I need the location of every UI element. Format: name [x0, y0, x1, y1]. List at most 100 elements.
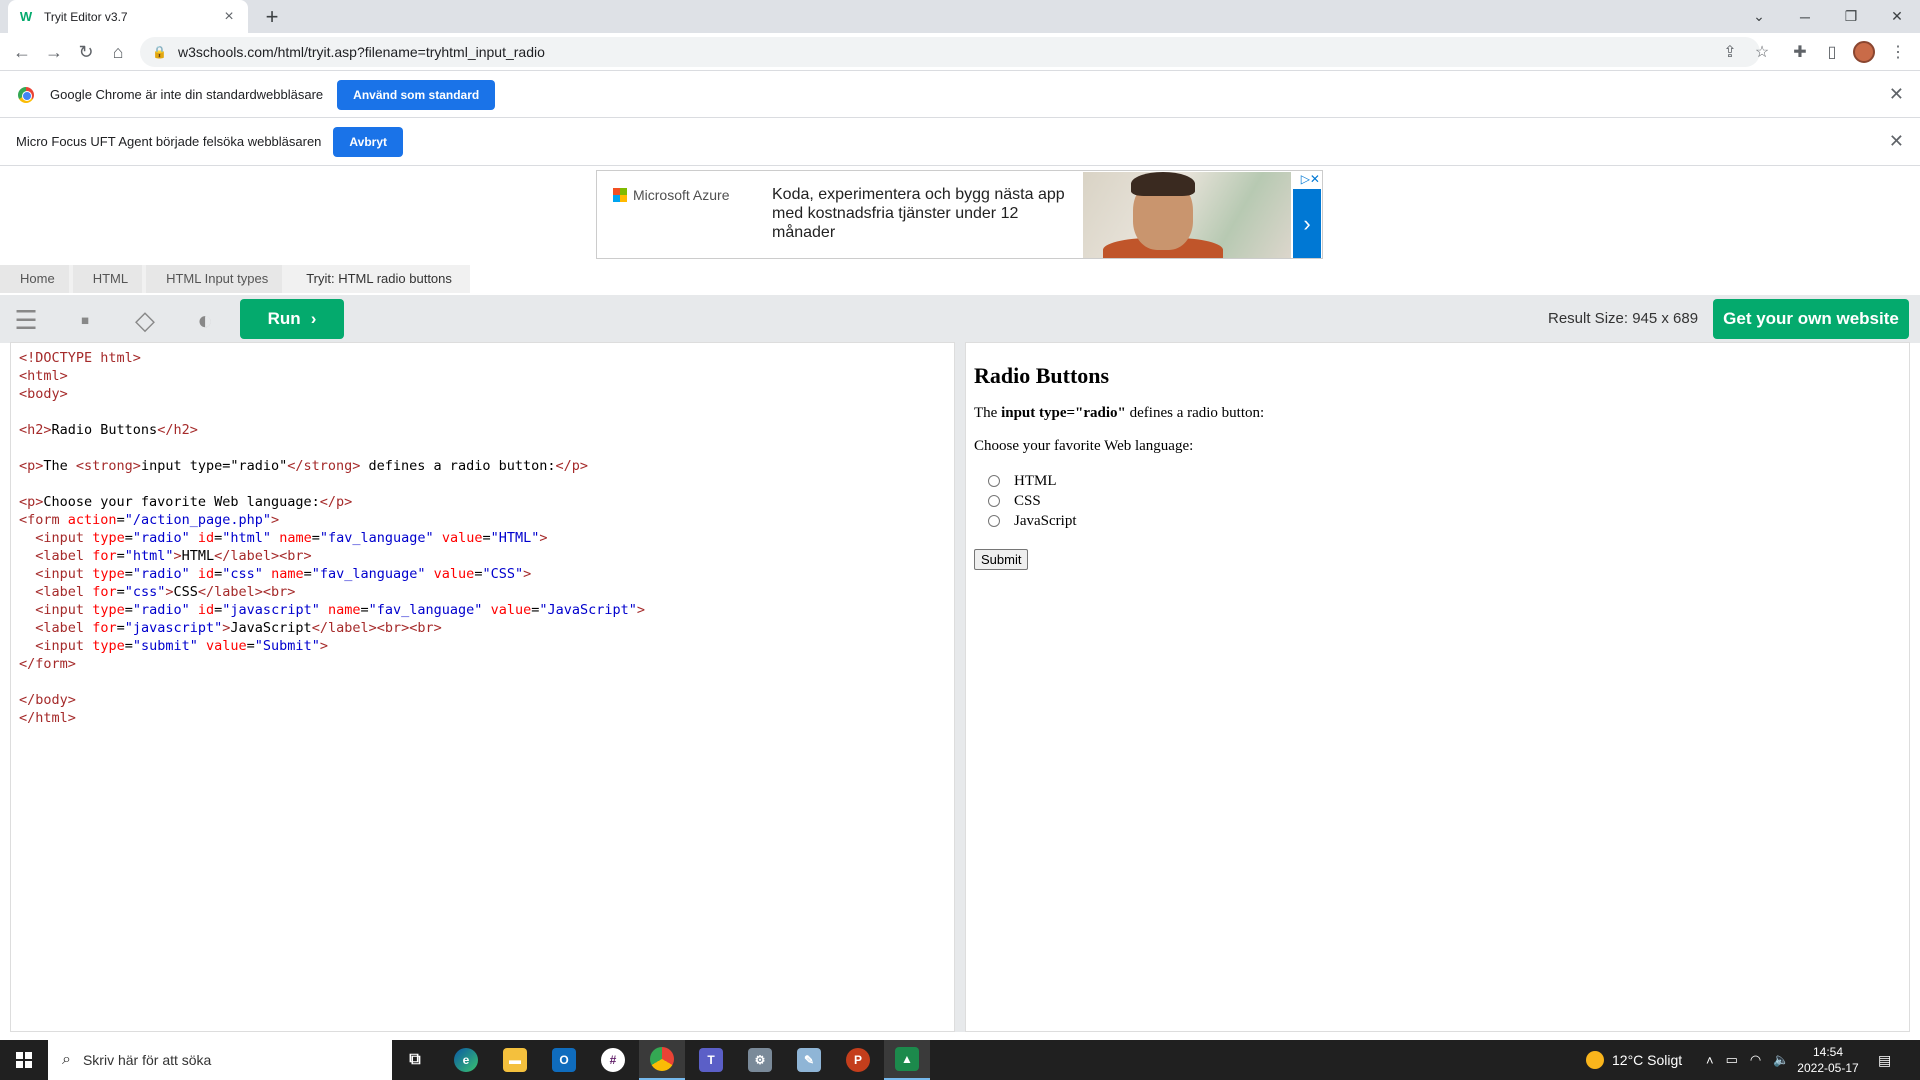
weather-widget[interactable]: 12°C Soligt — [1586, 1040, 1682, 1080]
chevron-up-icon[interactable]: ˄ — [1706, 1053, 1714, 1068]
file-explorer-app[interactable]: ▬ — [492, 1040, 538, 1080]
debugger-infobar: Micro Focus UFT Agent började felsöka we… — [0, 118, 1920, 166]
close-icon[interactable]: ✕ — [1889, 131, 1904, 152]
breadcrumb-html[interactable]: HTML — [72, 265, 143, 293]
page-content: Microsoft Azure Koda, experimentera och … — [0, 166, 1920, 1038]
wifi-icon[interactable]: ◠ — [1750, 1052, 1761, 1068]
radio-javascript[interactable] — [988, 515, 1000, 527]
search-placeholder: Skriv här för att söka — [82, 1052, 212, 1068]
intro-text: The — [974, 405, 1002, 421]
breadcrumb: Home HTML HTML Input types Tryit: HTML r… — [0, 265, 470, 293]
breadcrumb-current: Tryit: HTML radio buttons — [286, 265, 466, 293]
tab-close-icon[interactable]: × — [220, 8, 238, 26]
radio-option-css[interactable]: CSS — [974, 491, 1901, 511]
result-pane: Radio Buttons The input type="radio" def… — [965, 342, 1910, 1032]
infobar-message: Google Chrome är inte din standardwebblä… — [50, 87, 324, 102]
volume-icon[interactable]: 🔈 — [1773, 1052, 1789, 1068]
get-own-website-button[interactable]: Get your own website — [1713, 299, 1909, 339]
close-icon[interactable]: ✕ — [1889, 84, 1904, 105]
w3schools-favicon-icon: W — [19, 9, 33, 24]
radio-css[interactable] — [988, 495, 1000, 507]
intro-text-end: defines a radio button: — [1125, 405, 1265, 421]
run-label: Run — [267, 309, 301, 328]
intro-strong: input type="radio" — [1001, 405, 1126, 421]
address-bar[interactable]: 🔒 w3schools.com/html/tryit.asp?filename=… — [140, 37, 1760, 67]
microsoft-logo-icon — [613, 188, 627, 202]
label-css[interactable]: CSS — [1014, 493, 1041, 510]
home-icon[interactable]: ⌂ — [104, 38, 132, 66]
radio-option-javascript[interactable]: JavaScript — [974, 511, 1901, 531]
ad-photo — [1083, 172, 1291, 258]
radio-option-html[interactable]: HTML — [974, 471, 1901, 491]
bookmark-star-icon[interactable]: ☆ — [1748, 38, 1776, 66]
rotate-layout-icon[interactable]: ◇ — [128, 303, 162, 337]
start-button[interactable] — [0, 1040, 48, 1080]
theme-toggle-icon[interactable]: ◐ — [188, 303, 222, 337]
default-browser-infobar: Google Chrome är inte din standardwebblä… — [0, 72, 1920, 118]
clock[interactable]: 14:54 2022-05-17 — [1788, 1044, 1868, 1076]
adchoices-icon[interactable]: ▷✕ — [1301, 172, 1320, 186]
weather-text: 12°C Soligt — [1612, 1052, 1683, 1068]
ad-arrow-button[interactable]: › — [1293, 189, 1321, 258]
advertisement[interactable]: Microsoft Azure Koda, experimentera och … — [596, 170, 1323, 259]
profile-avatar[interactable] — [1853, 41, 1875, 63]
battery-icon[interactable]: ▭ — [1726, 1052, 1738, 1068]
restore-button[interactable]: ❐ — [1828, 0, 1874, 33]
outlook-app[interactable]: O — [541, 1040, 587, 1080]
forward-icon[interactable]: → — [40, 38, 68, 66]
cancel-button[interactable]: Avbryt — [333, 126, 403, 157]
pane-divider[interactable] — [955, 342, 965, 1032]
ad-brand: Microsoft Azure — [613, 187, 729, 203]
label-javascript[interactable]: JavaScript — [1014, 513, 1076, 530]
label-html[interactable]: HTML — [1014, 473, 1057, 490]
new-tab-button[interactable]: + — [258, 3, 286, 31]
radio-html[interactable] — [988, 475, 1000, 487]
notifications-icon[interactable]: ▤ — [1878, 1040, 1891, 1080]
slack-app[interactable]: # — [590, 1040, 636, 1080]
chrome-logo-icon — [18, 86, 34, 103]
extensions-icon[interactable]: ✚ — [1786, 38, 1814, 66]
uft-app[interactable]: ▲ — [884, 1040, 930, 1080]
run-button[interactable]: Run › — [240, 299, 344, 339]
tab-title: Tryit Editor v3.7 — [44, 9, 128, 24]
side-panel-icon[interactable]: ▯ — [1818, 38, 1846, 66]
search-icon: ⌕ — [62, 1051, 71, 1068]
code-editor[interactable]: <!DOCTYPE html> <html> <body> <h2>Radio … — [10, 342, 955, 1032]
menu-dots-icon[interactable]: ⋮ — [1884, 38, 1912, 66]
tab-strip: W Tryit Editor v3.7 × + ⌄ ─ ❐ ✕ — [0, 0, 1920, 33]
chevron-right-icon: › — [310, 309, 317, 328]
ad-brand-text: Microsoft Azure — [633, 187, 730, 203]
system-tray: ˄ ▭ ◠ 🔈 — [1706, 1040, 1789, 1080]
clock-date: 2022-05-17 — [1797, 1061, 1859, 1075]
edge-app[interactable]: e — [443, 1040, 489, 1080]
close-window-button[interactable]: ✕ — [1874, 0, 1920, 33]
result-size: Result Size: 945 x 689 — [1548, 310, 1699, 327]
infobar-message: Micro Focus UFT Agent började felsöka we… — [16, 134, 322, 149]
back-icon[interactable]: ← — [8, 38, 36, 66]
editor-app[interactable]: ✎ — [786, 1040, 832, 1080]
taskbar-search-input[interactable]: ⌕ Skriv här för att söka — [48, 1040, 392, 1080]
clock-time: 14:54 — [1812, 1045, 1844, 1059]
windows-taskbar: ⌕ Skriv här för att söka ⧉ e ▬ O # T ⚙ ✎… — [0, 1040, 1920, 1080]
powerpoint-app[interactable]: P — [835, 1040, 881, 1080]
result-heading: Radio Buttons — [974, 363, 1110, 388]
share-icon[interactable]: ⇪ — [1716, 38, 1744, 66]
task-view-button[interactable]: ⧉ — [392, 1040, 438, 1080]
teams-app[interactable]: T — [688, 1040, 734, 1080]
url-text: w3schools.com/html/tryit.asp?filename=tr… — [178, 44, 545, 60]
lock-icon: 🔒 — [152, 45, 167, 59]
breadcrumb-input-types[interactable]: HTML Input types — [146, 265, 283, 293]
windows-logo-icon — [16, 1052, 32, 1068]
menu-icon[interactable]: ☰ — [9, 303, 43, 337]
tool-app[interactable]: ⚙ — [737, 1040, 783, 1080]
reload-icon[interactable]: ↻ — [72, 38, 100, 66]
result-intro: The input type="radio" defines a radio b… — [974, 405, 1901, 422]
submit-button[interactable]: Submit — [974, 549, 1029, 570]
tab-search-icon[interactable]: ⌄ — [1736, 0, 1782, 33]
breadcrumb-home[interactable]: Home — [0, 265, 69, 293]
chrome-app[interactable] — [639, 1040, 685, 1080]
minimize-button[interactable]: ─ — [1782, 0, 1828, 33]
set-default-button[interactable]: Använd som standard — [337, 79, 496, 110]
save-icon[interactable]: ▪ — [68, 303, 102, 337]
browser-tab[interactable]: W Tryit Editor v3.7 × — [8, 0, 248, 33]
